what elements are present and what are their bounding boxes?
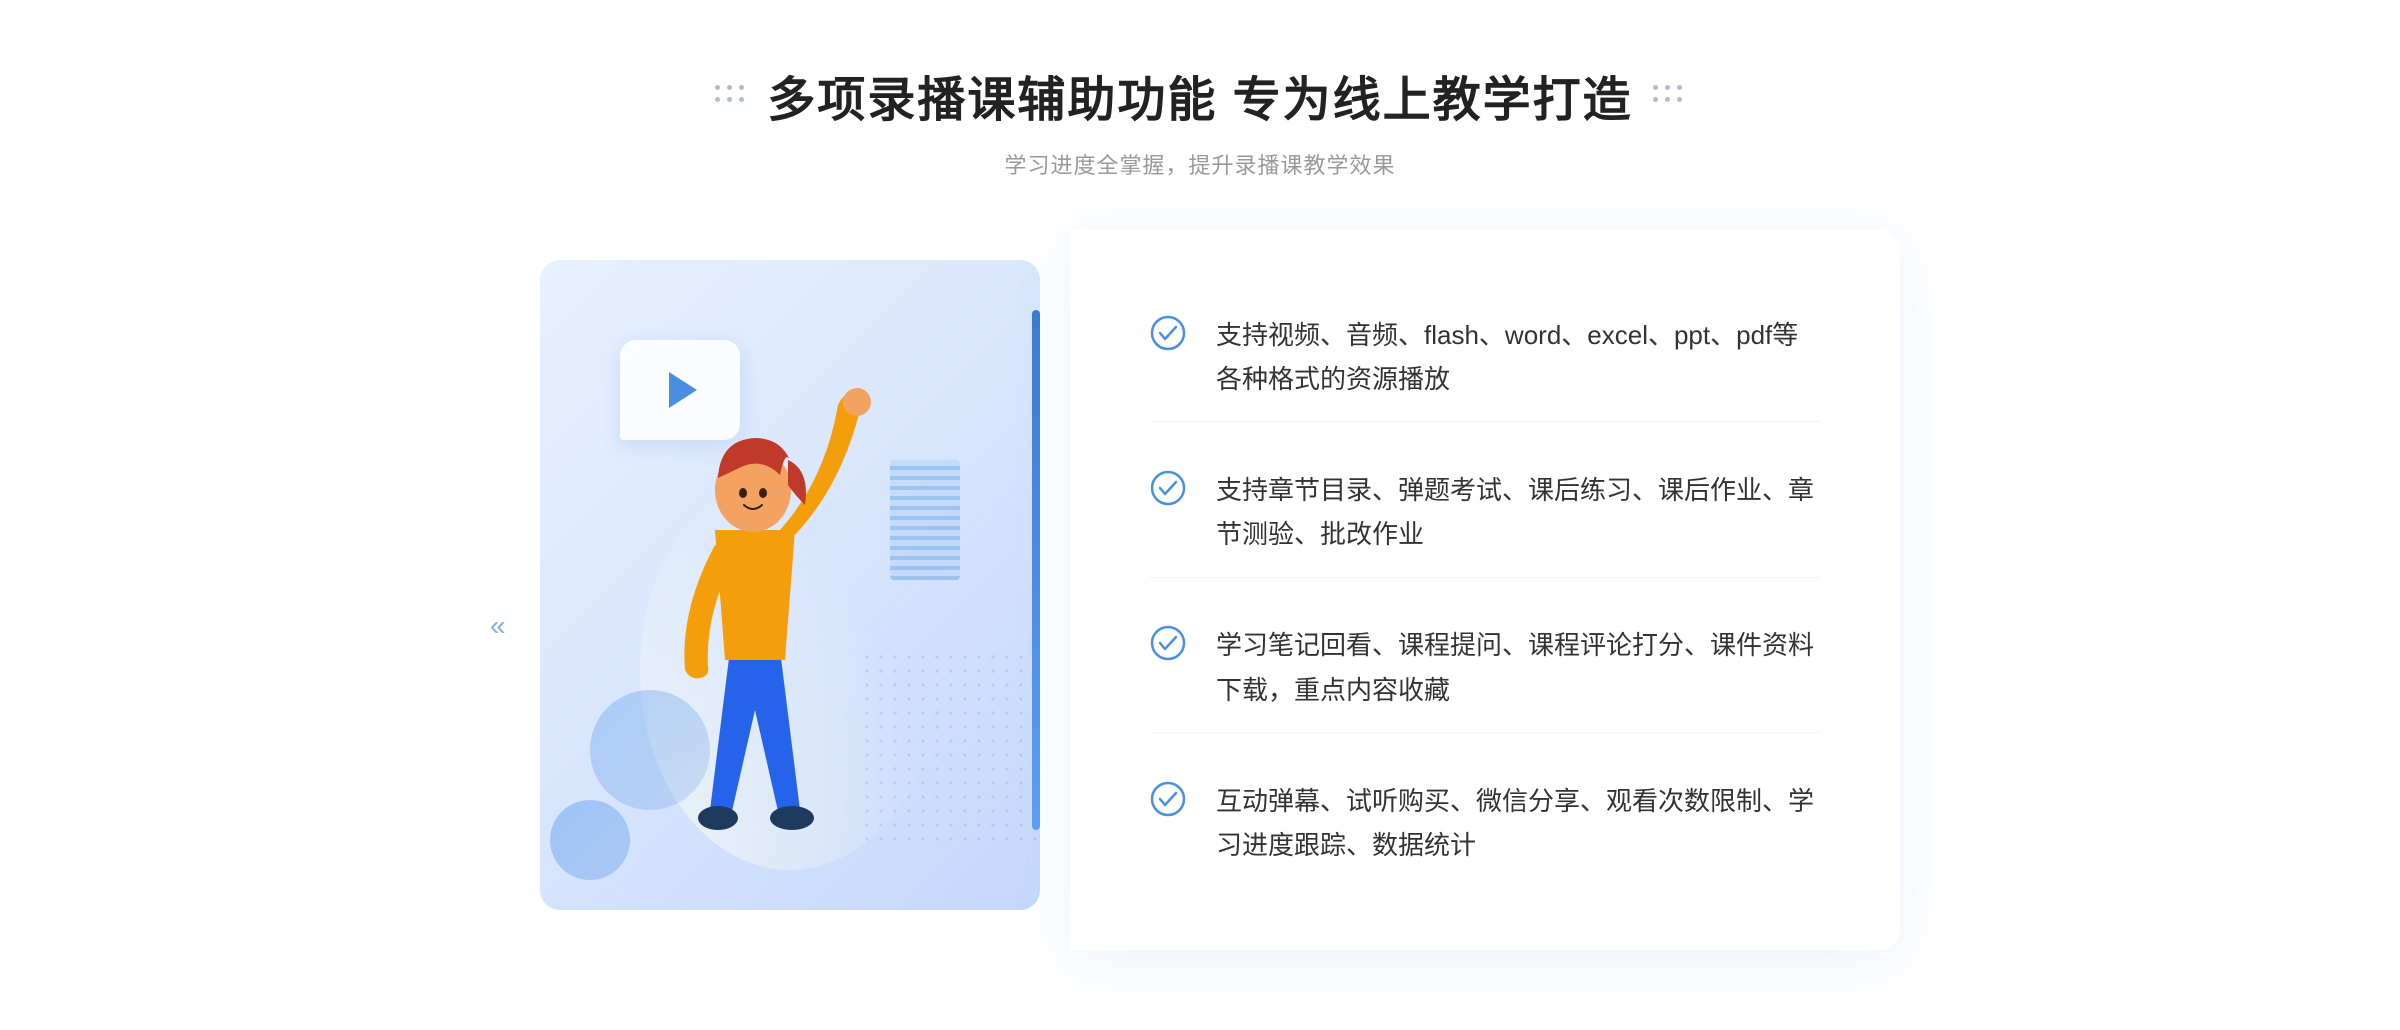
feature-item-4: 互动弹幕、试听购买、微信分享、观看次数限制、学习进度跟踪、数据统计 xyxy=(1150,759,1820,887)
illustration-bg xyxy=(540,260,1040,910)
check-circle-icon-1 xyxy=(1150,315,1186,351)
header-section: 多项录播课辅助功能 专为线上教学打造 学习进度全掌握，提升录播课教学效果 xyxy=(715,60,1684,180)
feature-text-2: 支持章节目录、弹题考试、课后练习、课后作业、章节测验、批改作业 xyxy=(1216,468,1820,556)
main-title: 多项录播课辅助功能 专为线上教学打造 xyxy=(767,60,1632,130)
feature-text-1: 支持视频、音频、flash、word、excel、ppt、pdf等各种格式的资源… xyxy=(1216,313,1820,401)
feature-item-3: 学习笔记回看、课程提问、课程评论打分、课件资料下载，重点内容收藏 xyxy=(1150,603,1820,732)
features-area: 支持视频、音频、flash、word、excel、ppt、pdf等各种格式的资源… xyxy=(1070,230,1900,950)
dots-decoration-left xyxy=(715,85,747,105)
dots-decoration-right xyxy=(1653,85,1685,105)
content-section: « 支持视频、音频、flash、word、excel、ppt、pdf等各种格式的… xyxy=(500,230,1900,950)
feature-item-1: 支持视频、音频、flash、word、excel、ppt、pdf等各种格式的资源… xyxy=(1150,293,1820,422)
feature-item-2: 支持章节目录、弹题考试、课后练习、课后作业、章节测验、批改作业 xyxy=(1150,448,1820,577)
title-row: 多项录播课辅助功能 专为线上教学打造 xyxy=(715,60,1684,130)
person-illustration xyxy=(570,330,950,910)
feature-text-3: 学习笔记回看、课程提问、课程评论打分、课件资料下载，重点内容收藏 xyxy=(1216,623,1820,711)
check-circle-icon-4 xyxy=(1150,781,1186,817)
check-circle-icon-3 xyxy=(1150,625,1186,661)
sub-title: 学习进度全掌握，提升录播课教学效果 xyxy=(1004,148,1395,180)
left-chevrons: « xyxy=(490,612,506,640)
feature-text-4: 互动弹幕、试听购买、微信分享、观看次数限制、学习进度跟踪、数据统计 xyxy=(1216,779,1820,867)
page-wrapper: 多项录播课辅助功能 专为线上教学打造 学习进度全掌握，提升录播课教学效果 xyxy=(0,60,2400,950)
check-circle-icon-2 xyxy=(1150,470,1186,506)
illustration-area: « xyxy=(500,230,1080,950)
blue-bar-decoration xyxy=(1032,310,1040,830)
left-arrow-icon: « xyxy=(490,612,506,640)
